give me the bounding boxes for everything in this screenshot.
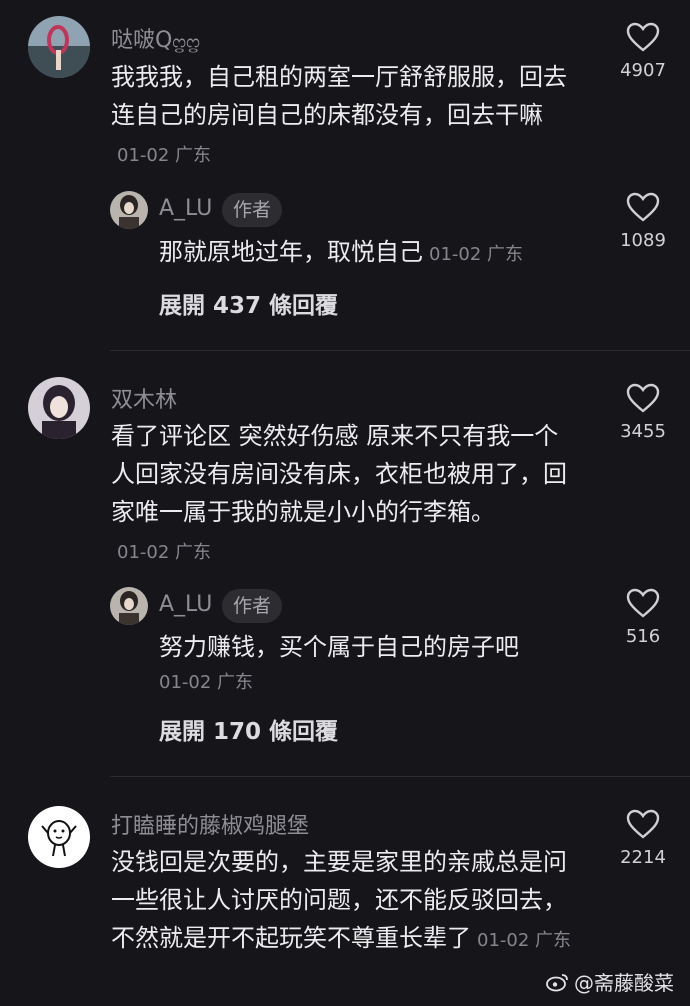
comment-text: 没钱回是次要的，主要是家里的亲戚总是问一些很让人讨厌的问题，还不能反驳回去，不然… <box>111 848 572 952</box>
like-button[interactable]: 1089 <box>606 192 680 251</box>
heart-outline-icon <box>626 809 660 839</box>
username[interactable]: 哒啵Qᦦᦦ <box>111 22 200 54</box>
like-count: 2214 <box>620 847 666 868</box>
reply-text: 努力赚钱，买个属于自己的房子吧 <box>159 633 519 661</box>
author-badge: 作者 <box>222 589 283 623</box>
like-button[interactable]: 3455 <box>606 383 680 442</box>
like-count: 1089 <box>620 230 666 251</box>
heart-outline-icon <box>626 22 660 52</box>
divider <box>110 350 690 351</box>
heart-outline-icon <box>626 383 660 413</box>
like-count: 516 <box>625 626 661 647</box>
expand-replies-button[interactable]: 展開 170 條回覆 <box>159 712 338 746</box>
like-count: 3455 <box>620 421 666 442</box>
comment-meta: 01-02 广东 <box>117 145 212 166</box>
author-badge: 作者 <box>222 193 283 227</box>
divider <box>110 776 690 777</box>
comment-text: 我我我，自己租的两室一厅舒舒服服，回去连自己的房间自己的床都没有，回去干嘛01-… <box>111 63 567 166</box>
avatar[interactable] <box>28 377 90 439</box>
reply-username[interactable]: A_LU <box>159 592 212 617</box>
username[interactable]: 双木林 <box>111 382 177 414</box>
weibo-logo-icon <box>546 973 568 991</box>
comment-text: 看了评论区 突然好伤感 原来不只有我一个人回家没有房间没有床，衣柜也被用了，回家… <box>111 422 567 563</box>
username[interactable]: 打瞌睡的藤椒鸡腿堡 <box>111 808 309 840</box>
heart-outline-icon <box>626 192 660 222</box>
avatar[interactable] <box>110 587 148 625</box>
watermark: @斋藤酸菜 <box>546 967 674 996</box>
comment-meta: 01-02 广东 <box>117 542 212 563</box>
like-count: 4907 <box>620 60 666 81</box>
like-button[interactable]: 4907 <box>606 22 680 81</box>
reply-username[interactable]: A_LU <box>159 196 212 221</box>
comment-meta: 01-02 广东 <box>477 930 572 951</box>
avatar[interactable] <box>110 191 148 229</box>
avatar[interactable] <box>28 806 90 868</box>
reply-meta: 01-02 广东 <box>429 244 524 265</box>
avatar[interactable] <box>28 16 90 78</box>
heart-outline-icon <box>626 588 660 618</box>
reply-meta: 01-02 广东 <box>159 672 254 693</box>
expand-replies-button[interactable]: 展開 437 條回覆 <box>159 286 338 320</box>
like-button[interactable]: 516 <box>606 588 680 647</box>
like-button[interactable]: 2214 <box>606 809 680 868</box>
reply-text: 那就原地过年，取悦自己 01-02 广东 <box>159 238 524 266</box>
